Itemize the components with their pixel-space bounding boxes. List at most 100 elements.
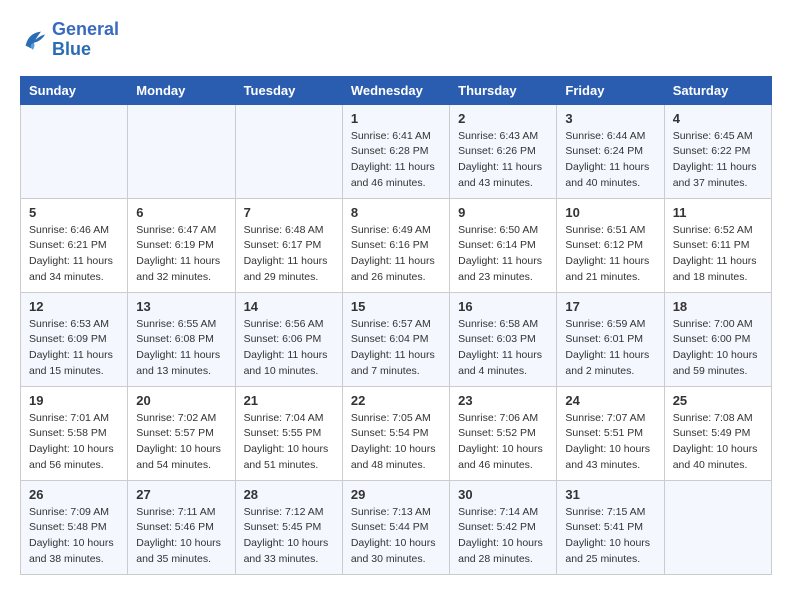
day-info: Sunrise: 7:13 AMSunset: 5:44 PMDaylight:… — [351, 505, 441, 568]
calendar-cell: 4Sunrise: 6:45 AMSunset: 6:22 PMDaylight… — [664, 104, 771, 198]
calendar-cell: 8Sunrise: 6:49 AMSunset: 6:16 PMDaylight… — [342, 198, 449, 292]
calendar-cell: 23 Sunrise: 7:06 AMSunset: 5:52 PMDayligh… — [450, 386, 557, 480]
calendar-header-cell: Wednesday — [342, 76, 449, 104]
calendar-cell: 25 Sunrise: 7:08 AMSunset: 5:49 PMDayligh… — [664, 386, 771, 480]
day-number: 2 — [458, 111, 548, 126]
calendar-cell — [128, 104, 235, 198]
calendar-cell: 27 Sunrise: 7:11 AMSunset: 5:46 PMDayligh… — [128, 480, 235, 574]
logo-text: General Blue — [52, 20, 119, 60]
calendar-header-cell: Saturday — [664, 76, 771, 104]
page-header: General Blue — [20, 20, 772, 60]
day-info: Sunrise: 6:51 AMSunset: 6:12 PMDaylight:… — [565, 223, 655, 286]
day-number: 29 — [351, 487, 441, 502]
day-info: Sunrise: 7:14 AMSunset: 5:42 PMDaylight:… — [458, 505, 548, 568]
day-info: Sunrise: 6:58 AMSunset: 6:03 PMDaylight:… — [458, 317, 548, 380]
day-info: Sunrise: 6:59 AMSunset: 6:01 PMDaylight:… — [565, 317, 655, 380]
day-number: 5 — [29, 205, 119, 220]
calendar-week-row: 26 Sunrise: 7:09 AMSunset: 5:48 PMDayligh… — [21, 480, 772, 574]
day-number: 31 — [565, 487, 655, 502]
day-number: 16 — [458, 299, 548, 314]
day-number: 28 — [244, 487, 334, 502]
day-number: 19 — [29, 393, 119, 408]
calendar-cell: 7 Sunrise: 6:48 AMSunset: 6:17 PMDaylight… — [235, 198, 342, 292]
calendar-cell — [664, 480, 771, 574]
calendar-cell: 21 Sunrise: 7:04 AMSunset: 5:55 PMDayligh… — [235, 386, 342, 480]
day-info: Sunrise: 7:09 AMSunset: 5:48 PMDaylight:… — [29, 505, 119, 568]
day-number: 18 — [673, 299, 763, 314]
calendar-body: 1 Sunrise: 6:41 AMSunset: 6:28 PMDaylight… — [21, 104, 772, 574]
day-info: Sunrise: 6:47 AMSunset: 6:19 PMDaylight:… — [136, 223, 226, 286]
day-number: 7 — [244, 205, 334, 220]
day-number: 10 — [565, 205, 655, 220]
day-number: 25 — [673, 393, 763, 408]
day-info: Sunrise: 7:11 AMSunset: 5:46 PMDaylight:… — [136, 505, 226, 568]
calendar-header-cell: Sunday — [21, 76, 128, 104]
calendar-cell: 19 Sunrise: 7:01 AMSunset: 5:58 PMDayligh… — [21, 386, 128, 480]
day-info: Sunrise: 7:08 AMSunset: 5:49 PMDaylight:… — [673, 411, 763, 474]
day-info: Sunrise: 6:57 AMSunset: 6:04 PMDaylight:… — [351, 317, 441, 380]
day-info: Sunrise: 7:12 AMSunset: 5:45 PMDaylight:… — [244, 505, 334, 568]
calendar-cell: 2 Sunrise: 6:43 AMSunset: 6:26 PMDaylight… — [450, 104, 557, 198]
day-info: Sunrise: 6:43 AMSunset: 6:26 PMDaylight:… — [458, 129, 548, 192]
logo: General Blue — [20, 20, 119, 60]
day-info: Sunrise: 6:52 AMSunset: 6:11 PMDaylight:… — [673, 223, 763, 286]
calendar-header-row: SundayMondayTuesdayWednesdayThursdayFrid… — [21, 76, 772, 104]
day-number: 12 — [29, 299, 119, 314]
calendar-header-cell: Friday — [557, 76, 664, 104]
calendar-cell: 24 Sunrise: 7:07 AMSunset: 5:51 PMDayligh… — [557, 386, 664, 480]
calendar-week-row: 19 Sunrise: 7:01 AMSunset: 5:58 PMDayligh… — [21, 386, 772, 480]
day-info: Sunrise: 6:45 AMSunset: 6:22 PMDaylight:… — [673, 129, 763, 192]
calendar-cell: 18 Sunrise: 7:00 AMSunset: 6:00 PMDayligh… — [664, 292, 771, 386]
calendar-cell: 12 Sunrise: 6:53 AMSunset: 6:09 PMDayligh… — [21, 292, 128, 386]
calendar-cell: 30 Sunrise: 7:14 AMSunset: 5:42 PMDayligh… — [450, 480, 557, 574]
calendar-cell: 20 Sunrise: 7:02 AMSunset: 5:57 PMDayligh… — [128, 386, 235, 480]
calendar-cell: 14Sunrise: 6:56 AMSunset: 6:06 PMDayligh… — [235, 292, 342, 386]
calendar-week-row: 12 Sunrise: 6:53 AMSunset: 6:09 PMDayligh… — [21, 292, 772, 386]
calendar-cell: 29 Sunrise: 7:13 AMSunset: 5:44 PMDayligh… — [342, 480, 449, 574]
calendar-cell — [21, 104, 128, 198]
calendar-week-row: 1 Sunrise: 6:41 AMSunset: 6:28 PMDaylight… — [21, 104, 772, 198]
calendar-cell: 15 Sunrise: 6:57 AMSunset: 6:04 PMDayligh… — [342, 292, 449, 386]
calendar-cell: 5Sunrise: 6:46 AMSunset: 6:21 PMDaylight… — [21, 198, 128, 292]
day-info: Sunrise: 7:00 AMSunset: 6:00 PMDaylight:… — [673, 317, 763, 380]
day-number: 21 — [244, 393, 334, 408]
day-info: Sunrise: 6:48 AMSunset: 6:17 PMDaylight:… — [244, 223, 334, 286]
calendar-cell: 6Sunrise: 6:47 AMSunset: 6:19 PMDaylight… — [128, 198, 235, 292]
logo-icon — [20, 26, 48, 54]
calendar-cell: 13Sunrise: 6:55 AMSunset: 6:08 PMDayligh… — [128, 292, 235, 386]
calendar-cell — [235, 104, 342, 198]
day-number: 24 — [565, 393, 655, 408]
day-info: Sunrise: 6:41 AMSunset: 6:28 PMDaylight:… — [351, 129, 441, 192]
day-number: 30 — [458, 487, 548, 502]
day-number: 20 — [136, 393, 226, 408]
day-info: Sunrise: 7:05 AMSunset: 5:54 PMDaylight:… — [351, 411, 441, 474]
day-number: 27 — [136, 487, 226, 502]
day-number: 23 — [458, 393, 548, 408]
day-info: Sunrise: 6:53 AMSunset: 6:09 PMDaylight:… — [29, 317, 119, 380]
day-info: Sunrise: 6:44 AMSunset: 6:24 PMDaylight:… — [565, 129, 655, 192]
day-number: 26 — [29, 487, 119, 502]
day-number: 8 — [351, 205, 441, 220]
calendar-cell: 16 Sunrise: 6:58 AMSunset: 6:03 PMDayligh… — [450, 292, 557, 386]
calendar-cell: 28 Sunrise: 7:12 AMSunset: 5:45 PMDayligh… — [235, 480, 342, 574]
day-info: Sunrise: 7:04 AMSunset: 5:55 PMDaylight:… — [244, 411, 334, 474]
calendar-header-cell: Thursday — [450, 76, 557, 104]
day-info: Sunrise: 7:15 AMSunset: 5:41 PMDaylight:… — [565, 505, 655, 568]
calendar-cell: 11 Sunrise: 6:52 AMSunset: 6:11 PMDayligh… — [664, 198, 771, 292]
day-number: 17 — [565, 299, 655, 314]
day-info: Sunrise: 6:55 AMSunset: 6:08 PMDaylight:… — [136, 317, 226, 380]
calendar-cell: 17 Sunrise: 6:59 AMSunset: 6:01 PMDayligh… — [557, 292, 664, 386]
day-number: 9 — [458, 205, 548, 220]
day-number: 22 — [351, 393, 441, 408]
day-info: Sunrise: 7:01 AMSunset: 5:58 PMDaylight:… — [29, 411, 119, 474]
day-number: 11 — [673, 205, 763, 220]
day-number: 1 — [351, 111, 441, 126]
day-info: Sunrise: 7:06 AMSunset: 5:52 PMDaylight:… — [458, 411, 548, 474]
day-number: 15 — [351, 299, 441, 314]
day-info: Sunrise: 7:07 AMSunset: 5:51 PMDaylight:… — [565, 411, 655, 474]
calendar-cell: 3Sunrise: 6:44 AMSunset: 6:24 PMDaylight… — [557, 104, 664, 198]
calendar-week-row: 5Sunrise: 6:46 AMSunset: 6:21 PMDaylight… — [21, 198, 772, 292]
calendar-cell: 9Sunrise: 6:50 AMSunset: 6:14 PMDaylight… — [450, 198, 557, 292]
day-info: Sunrise: 7:02 AMSunset: 5:57 PMDaylight:… — [136, 411, 226, 474]
calendar-cell: 22 Sunrise: 7:05 AMSunset: 5:54 PMDayligh… — [342, 386, 449, 480]
